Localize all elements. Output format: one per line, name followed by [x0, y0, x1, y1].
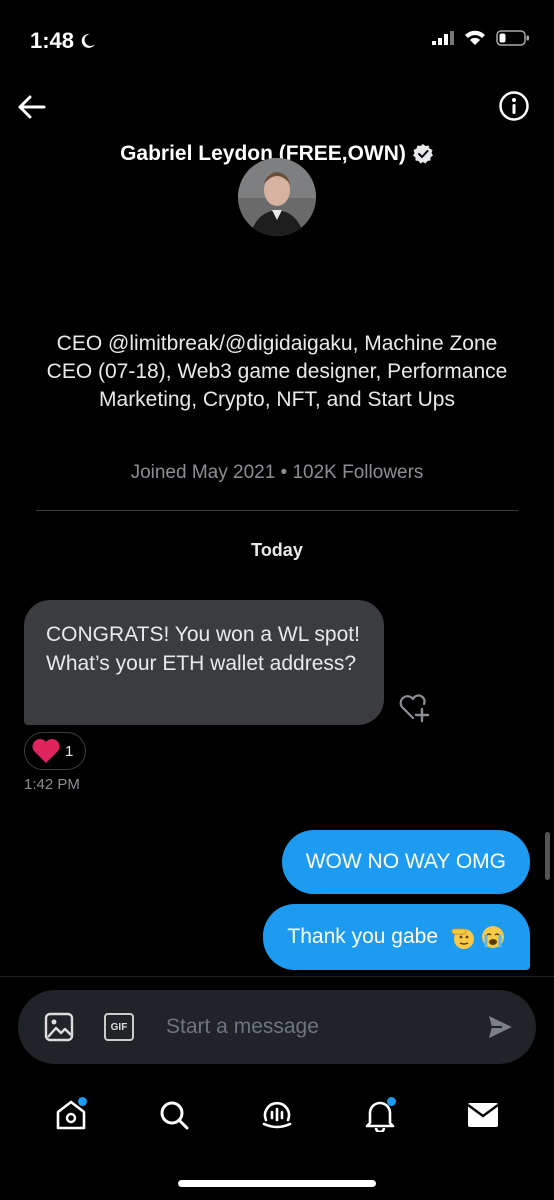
message-composer: GIF	[18, 990, 536, 1064]
envelope-icon	[466, 1103, 499, 1127]
wifi-icon	[465, 30, 485, 45]
incoming-message[interactable]: CONGRATS! You won a WL spot! What’s your…	[24, 600, 384, 725]
tab-notifications[interactable]	[360, 1095, 400, 1135]
status-time-text: 1:48	[30, 28, 75, 53]
avatar-photo	[238, 158, 316, 236]
outgoing-message-text: WOW NO WAY OMG	[305, 850, 506, 873]
message-input[interactable]	[166, 1015, 486, 1039]
date-separator: Today	[251, 540, 303, 560]
divider	[36, 510, 518, 511]
verified-badge-icon	[412, 144, 433, 164]
scrollbar[interactable]	[545, 832, 550, 880]
outgoing-message[interactable]: WOW NO WAY OMG	[281, 830, 530, 894]
notification-dot	[386, 1097, 396, 1106]
message-timestamp: 1:42 PM	[24, 776, 80, 793]
gif-button[interactable]: GIF	[104, 1013, 134, 1041]
tab-bar	[0, 1085, 554, 1145]
add-reaction-button[interactable]	[398, 692, 432, 724]
info-icon	[499, 91, 529, 121]
status-time: 1:48	[30, 28, 96, 54]
heart-reaction-icon	[32, 739, 60, 763]
back-button[interactable]	[14, 90, 48, 124]
image-icon[interactable]	[44, 1012, 74, 1042]
moon-icon	[81, 33, 96, 48]
avatar[interactable]	[238, 158, 316, 236]
signal-icon	[432, 31, 454, 45]
outgoing-message-text: Thank you gabe	[287, 925, 438, 948]
tab-messages[interactable]	[463, 1095, 503, 1135]
reaction-badge[interactable]: 1	[24, 732, 86, 770]
home-indicator[interactable]	[178, 1180, 376, 1187]
profile-bio: CEO @limitbreak/@digidaigaku, Machine Zo…	[46, 332, 508, 411]
status-icons	[432, 30, 530, 46]
tab-search[interactable]	[154, 1095, 194, 1135]
crying-face-emoji	[482, 926, 504, 948]
info-button[interactable]	[498, 90, 530, 122]
divider	[0, 976, 554, 977]
saluting-face-emoji	[451, 928, 474, 949]
tab-spaces[interactable]	[257, 1095, 297, 1135]
reaction-count: 1	[65, 742, 74, 760]
status-bar: 1:48	[0, 0, 554, 80]
joined-info: Joined May 2021 • 102K Followers	[130, 462, 424, 483]
battery-icon	[496, 30, 529, 46]
arrow-left-icon	[18, 95, 46, 119]
outgoing-message[interactable]: Thank you gabe	[263, 904, 530, 970]
heart-plus-icon	[399, 694, 430, 723]
send-icon[interactable]	[486, 1013, 514, 1041]
tab-home[interactable]	[51, 1095, 91, 1135]
search-icon	[160, 1101, 189, 1130]
spaces-icon	[262, 1101, 292, 1129]
